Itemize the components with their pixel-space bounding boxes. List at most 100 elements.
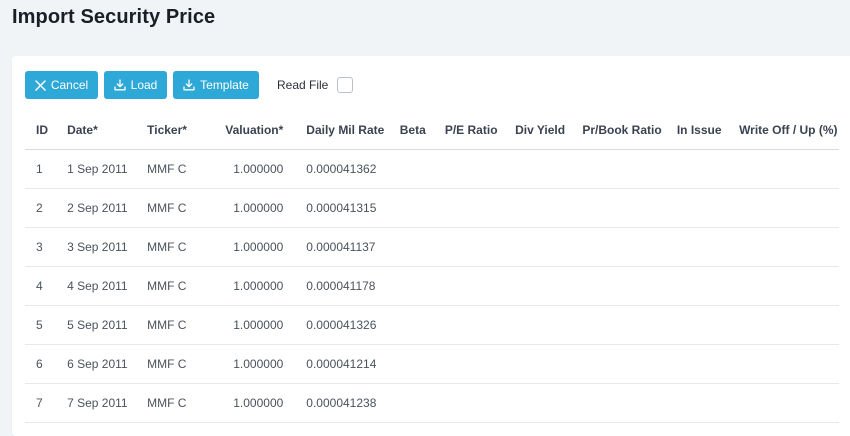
cell-div-yield (515, 149, 583, 189)
cell-id: 5 (25, 305, 68, 345)
cell-id: 3 (25, 227, 68, 267)
table-row[interactable]: 5 5 Sep 2011 MMF C 1.000000 0.000041326 (25, 305, 839, 345)
cell-ticker: MMF C (147, 305, 208, 345)
cell-ticker: MMF C (147, 266, 208, 306)
cell-id: 6 (25, 344, 68, 384)
cell-write-off-up (739, 344, 839, 384)
cell-beta (399, 188, 445, 228)
cell-ticker: MMF C (147, 344, 208, 384)
cell-pr-book-ratio (582, 188, 677, 228)
cell-date: 4 Sep 2011 (67, 266, 148, 306)
cell-beta (399, 344, 445, 384)
column-header-ticker[interactable]: Ticker* (147, 111, 208, 150)
cell-pe-ratio (444, 305, 516, 345)
cell-daily-mil-rate: 0.000041137 (283, 227, 400, 267)
cell-pr-book-ratio (582, 149, 677, 189)
column-header-valuation[interactable]: Valuation* (207, 111, 284, 150)
download-icon (183, 79, 195, 91)
cell-pr-book-ratio (582, 266, 677, 306)
column-header-write-off-up[interactable]: Write Off / Up (%) (739, 111, 839, 150)
cell-id: 1 (25, 149, 68, 189)
column-header-pe-ratio[interactable]: P/E Ratio (444, 111, 516, 150)
cell-valuation: 1.000000 (207, 305, 284, 345)
cell-div-yield (515, 344, 583, 384)
cell-daily-mil-rate: 0.000041326 (283, 305, 400, 345)
cell-in-issue (676, 149, 740, 189)
column-header-pr-book-ratio[interactable]: Pr/Book Ratio (582, 111, 677, 150)
cell-date: 2 Sep 2011 (67, 188, 148, 228)
cell-date: 1 Sep 2011 (67, 149, 148, 189)
cell-pr-book-ratio (582, 344, 677, 384)
cell-pr-book-ratio (582, 227, 677, 267)
cell-beta (399, 149, 445, 189)
template-button[interactable]: Template (173, 71, 259, 99)
cell-date: 6 Sep 2011 (67, 344, 148, 384)
cell-div-yield (515, 266, 583, 306)
cell-write-off-up (739, 227, 839, 267)
close-icon (35, 79, 46, 91)
table-row[interactable]: 2 2 Sep 2011 MMF C 1.000000 0.000041315 (25, 188, 839, 228)
column-header-id[interactable]: ID (25, 111, 68, 150)
column-header-div-yield[interactable]: Div Yield (515, 111, 583, 150)
table-row[interactable]: 3 3 Sep 2011 MMF C 1.000000 0.000041137 (25, 227, 839, 267)
column-header-date[interactable]: Date* (67, 111, 148, 150)
cell-beta (399, 305, 445, 345)
cell-date: 5 Sep 2011 (67, 305, 148, 345)
download-icon (114, 79, 126, 91)
cell-write-off-up (739, 188, 839, 228)
cell-div-yield (515, 383, 583, 423)
table-row[interactable]: 4 4 Sep 2011 MMF C 1.000000 0.000041178 (25, 266, 839, 306)
table-row[interactable]: 1 1 Sep 2011 MMF C 1.000000 0.000041362 (25, 149, 839, 189)
table-row[interactable]: 7 7 Sep 2011 MMF C 1.000000 0.000041238 (25, 383, 839, 423)
table-header-row: ID Date* Ticker* Valuation* Daily Mil Ra… (25, 111, 839, 150)
cell-valuation: 1.000000 (207, 344, 284, 384)
cell-daily-mil-rate: 0.000041238 (283, 383, 400, 423)
cell-daily-mil-rate: 0.000041315 (283, 188, 400, 228)
cell-daily-mil-rate: 0.000041362 (283, 149, 400, 189)
cell-pe-ratio (444, 227, 516, 267)
toolbar: Cancel Load Template Read File (25, 71, 354, 99)
read-file-checkbox[interactable] (337, 77, 354, 93)
cell-div-yield (515, 188, 583, 228)
read-file-option[interactable]: Read File (277, 77, 354, 93)
column-header-beta[interactable]: Beta (399, 111, 445, 150)
cell-in-issue (676, 266, 740, 306)
cell-in-issue (676, 305, 740, 345)
cell-pe-ratio (444, 383, 516, 423)
cell-beta (399, 266, 445, 306)
table-row[interactable]: 6 6 Sep 2011 MMF C 1.000000 0.000041214 (25, 344, 839, 384)
cell-daily-mil-rate: 0.000041178 (283, 266, 400, 306)
cell-write-off-up (739, 305, 839, 345)
cell-valuation: 1.000000 (207, 383, 284, 423)
load-button[interactable]: Load (104, 71, 167, 99)
cell-pr-book-ratio (582, 305, 677, 345)
page-title: Import Security Price (12, 6, 216, 28)
import-panel: Cancel Load Template Read File ID Date* … (12, 56, 850, 436)
cell-date: 3 Sep 2011 (67, 227, 148, 267)
cell-write-off-up (739, 266, 839, 306)
cell-daily-mil-rate: 0.000041214 (283, 344, 400, 384)
cell-id: 2 (25, 188, 68, 228)
cell-id: 4 (25, 266, 68, 306)
cell-beta (399, 227, 445, 267)
cell-ticker: MMF C (147, 383, 208, 423)
cell-div-yield (515, 227, 583, 267)
cell-beta (399, 383, 445, 423)
cell-valuation: 1.000000 (207, 227, 284, 267)
security-price-table: ID Date* Ticker* Valuation* Daily Mil Ra… (25, 111, 839, 423)
cell-write-off-up (739, 383, 839, 423)
cell-in-issue (676, 383, 740, 423)
cell-pe-ratio (444, 344, 516, 384)
cell-in-issue (676, 227, 740, 267)
cell-id: 7 (25, 383, 68, 423)
cell-valuation: 1.000000 (207, 149, 284, 189)
cell-pe-ratio (444, 188, 516, 228)
cell-pe-ratio (444, 149, 516, 189)
cell-pr-book-ratio (582, 383, 677, 423)
column-header-in-issue[interactable]: In Issue (676, 111, 740, 150)
cell-ticker: MMF C (147, 149, 208, 189)
cell-valuation: 1.000000 (207, 188, 284, 228)
cancel-button[interactable]: Cancel (25, 71, 98, 99)
column-header-daily-mil-rate[interactable]: Daily Mil Rate (283, 111, 400, 150)
cell-write-off-up (739, 149, 839, 189)
